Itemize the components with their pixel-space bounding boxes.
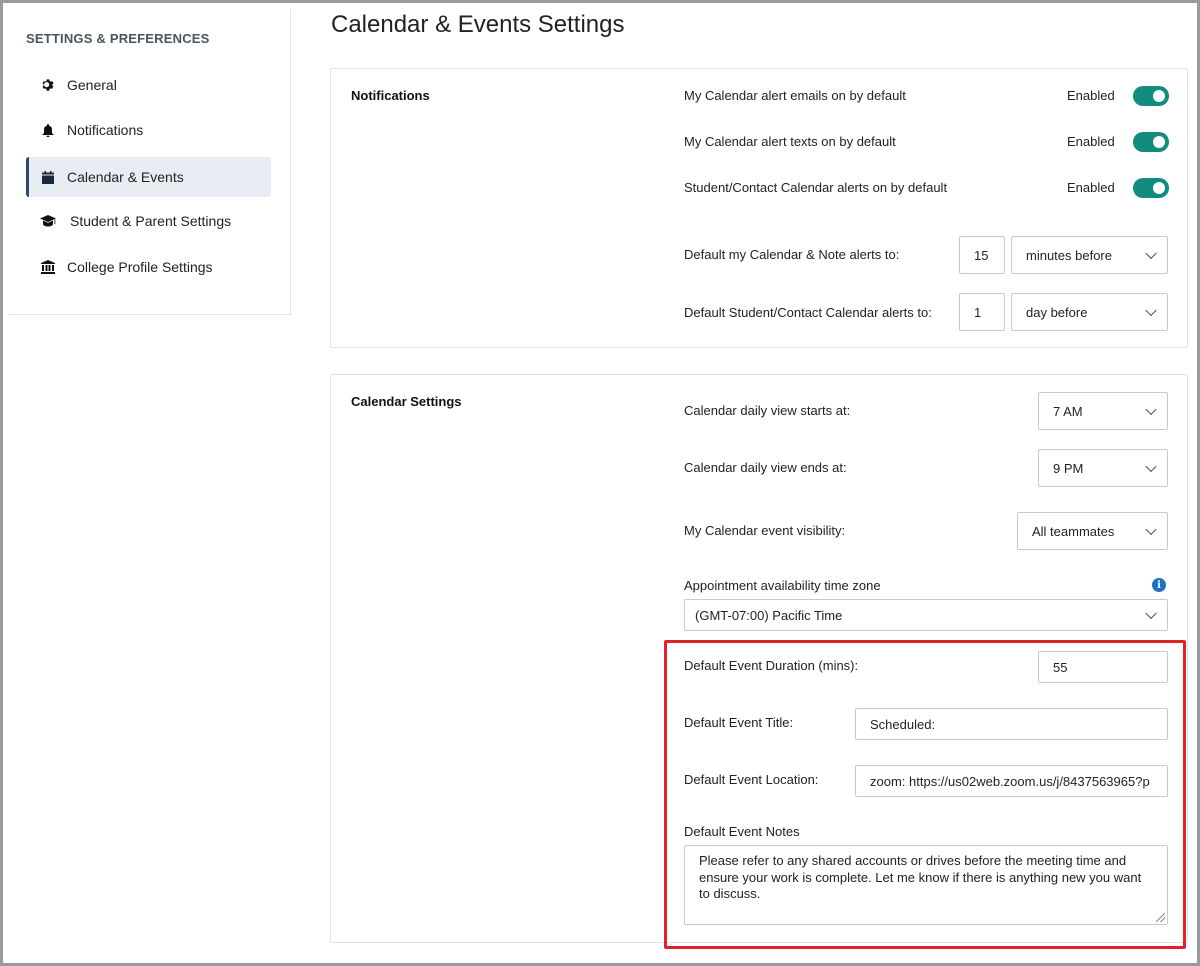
sidebar-item-label: Notifications: [67, 122, 144, 138]
sidebar-item-label: Student & Parent Settings: [70, 213, 232, 229]
chevron-down-icon: [1145, 523, 1157, 536]
sidebar-item-label: General: [67, 77, 117, 93]
resize-handle-icon[interactable]: [1156, 913, 1165, 922]
sidebar-item-calendar-events[interactable]: Calendar & Events: [26, 157, 271, 197]
institution-icon: [40, 259, 56, 275]
my-alert-default-label: Default my Calendar & Note alerts to:: [684, 247, 900, 262]
event-location-input[interactable]: zoom: https://us02web.zoom.us/j/84375639…: [855, 765, 1168, 797]
student-alert-amount-input[interactable]: 1: [959, 293, 1005, 331]
app-frame: SETTINGS & PREFERENCES General Notificat…: [0, 0, 1200, 966]
student-alerts-status: Enabled: [1067, 180, 1115, 195]
event-duration-label: Default Event Duration (mins):: [684, 658, 859, 673]
alert-emails-status: Enabled: [1067, 88, 1115, 103]
info-icon[interactable]: i: [1152, 578, 1166, 592]
sidebar-item-student-parent[interactable]: Student & Parent Settings: [26, 201, 271, 241]
page-title: Calendar & Events Settings: [331, 11, 625, 38]
alert-emails-label: My Calendar alert emails on by default: [684, 88, 906, 103]
daily-end-label: Calendar daily view ends at:: [684, 460, 847, 475]
chevron-down-icon: [1145, 460, 1157, 473]
student-alert-unit-value: day before: [1026, 304, 1088, 320]
my-alert-unit-value: minutes before: [1026, 247, 1112, 263]
event-notes-label: Default Event Notes: [684, 824, 800, 839]
graduation-cap-icon: [40, 213, 56, 229]
notifications-card: Notifications My Calendar alert emails o…: [330, 68, 1188, 348]
alert-emails-toggle[interactable]: [1133, 86, 1169, 106]
daily-end-select[interactable]: 9 PM: [1038, 449, 1168, 487]
event-notes-text: Please refer to any shared accounts or d…: [699, 853, 1142, 901]
my-alert-unit-select[interactable]: minutes before: [1011, 236, 1168, 274]
event-duration-input[interactable]: 55: [1038, 651, 1168, 683]
calendar-settings-card-title: Calendar Settings: [351, 394, 462, 409]
sidebar-item-college-profile[interactable]: College Profile Settings: [26, 247, 271, 287]
calendar-settings-card: Calendar Settings Calendar daily view st…: [330, 374, 1188, 943]
sidebar-item-notifications[interactable]: Notifications: [26, 110, 271, 150]
gear-icon: [40, 77, 56, 93]
sidebar-item-general[interactable]: General: [26, 65, 271, 105]
sidebar-item-label: Calendar & Events: [67, 169, 184, 185]
daily-start-label: Calendar daily view starts at:: [684, 403, 851, 418]
sidebar-item-label: College Profile Settings: [67, 259, 213, 275]
chevron-down-icon: [1145, 304, 1157, 317]
timezone-label: Appointment availability time zone: [684, 578, 881, 593]
notifications-card-title: Notifications: [351, 88, 430, 103]
event-visibility-select[interactable]: All teammates: [1017, 512, 1168, 550]
settings-sidebar: SETTINGS & PREFERENCES General Notificat…: [9, 9, 291, 315]
daily-start-select[interactable]: 7 AM: [1038, 392, 1168, 430]
calendar-icon: [40, 169, 56, 185]
event-title-label: Default Event Title:: [684, 715, 794, 730]
daily-start-value: 7 AM: [1053, 403, 1083, 419]
my-alert-amount-input[interactable]: 15: [959, 236, 1005, 274]
student-alert-default-label: Default Student/Contact Calendar alerts …: [684, 305, 932, 320]
alert-texts-status: Enabled: [1067, 134, 1115, 149]
sidebar-heading: SETTINGS & PREFERENCES: [26, 31, 210, 46]
chevron-down-icon: [1145, 403, 1157, 416]
daily-end-value: 9 PM: [1053, 460, 1084, 476]
event-visibility-value: All teammates: [1032, 523, 1115, 539]
alert-texts-toggle[interactable]: [1133, 132, 1169, 152]
student-alerts-label: Student/Contact Calendar alerts on by de…: [684, 180, 948, 195]
student-alert-unit-select[interactable]: day before: [1011, 293, 1168, 331]
event-title-input[interactable]: Scheduled:: [855, 708, 1168, 740]
event-location-label: Default Event Location:: [684, 772, 819, 787]
event-visibility-label: My Calendar event visibility:: [684, 523, 846, 538]
chevron-down-icon: [1145, 607, 1157, 620]
timezone-value: (GMT-07:00) Pacific Time: [695, 607, 843, 623]
alert-texts-label: My Calendar alert texts on by default: [684, 134, 896, 149]
timezone-select[interactable]: (GMT-07:00) Pacific Time: [684, 599, 1168, 631]
bell-icon: [40, 122, 56, 138]
student-alerts-toggle[interactable]: [1133, 178, 1169, 198]
chevron-down-icon: [1145, 247, 1157, 260]
event-notes-textarea[interactable]: Please refer to any shared accounts or d…: [684, 845, 1168, 925]
